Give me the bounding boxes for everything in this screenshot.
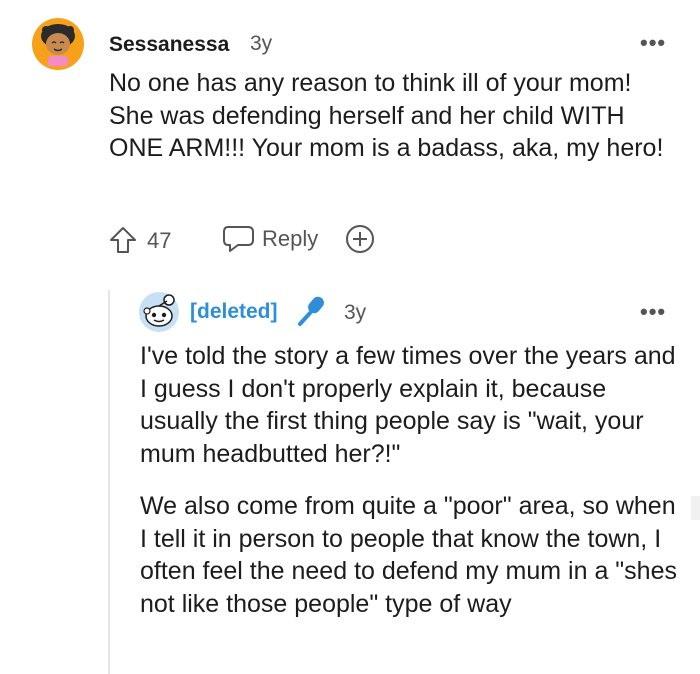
reply-label: Reply (262, 226, 319, 251)
reply-more-button[interactable]: ••• (640, 299, 666, 325)
upvote-button[interactable] (108, 225, 138, 255)
reply-paragraph: I've told the story a few times over the… (140, 342, 676, 468)
upvote-arrow-icon (110, 227, 136, 253)
scroll-edge (691, 496, 700, 520)
author-avatar[interactable] (30, 16, 86, 72)
award-button[interactable] (344, 223, 376, 255)
reply-author: [deleted] (190, 300, 278, 323)
reply-age[interactable]: 3y (344, 301, 366, 325)
downvote-button[interactable] (174, 225, 200, 255)
comment-body: No one has any reason to think ill of yo… (109, 67, 679, 165)
reply-button[interactable]: Reply (222, 222, 327, 256)
comment-author[interactable]: Sessanessa (109, 33, 229, 57)
comment-more-button[interactable]: ••• (640, 30, 666, 56)
comment-age[interactable]: 3y (250, 32, 272, 56)
comment-paragraph: No one has any reason to think ill of yo… (109, 69, 664, 162)
reply-avatar[interactable] (138, 291, 180, 333)
speech-bubble-icon (223, 226, 254, 252)
microphone-icon (296, 294, 330, 328)
reply-paragraph: We also come from quite a "poor" area, s… (140, 492, 677, 618)
vote-count: 47 (147, 228, 172, 253)
thread-line[interactable] (108, 290, 110, 674)
plus-circle-icon (346, 225, 374, 253)
reply-body: I've told the story a few times over the… (140, 340, 685, 620)
